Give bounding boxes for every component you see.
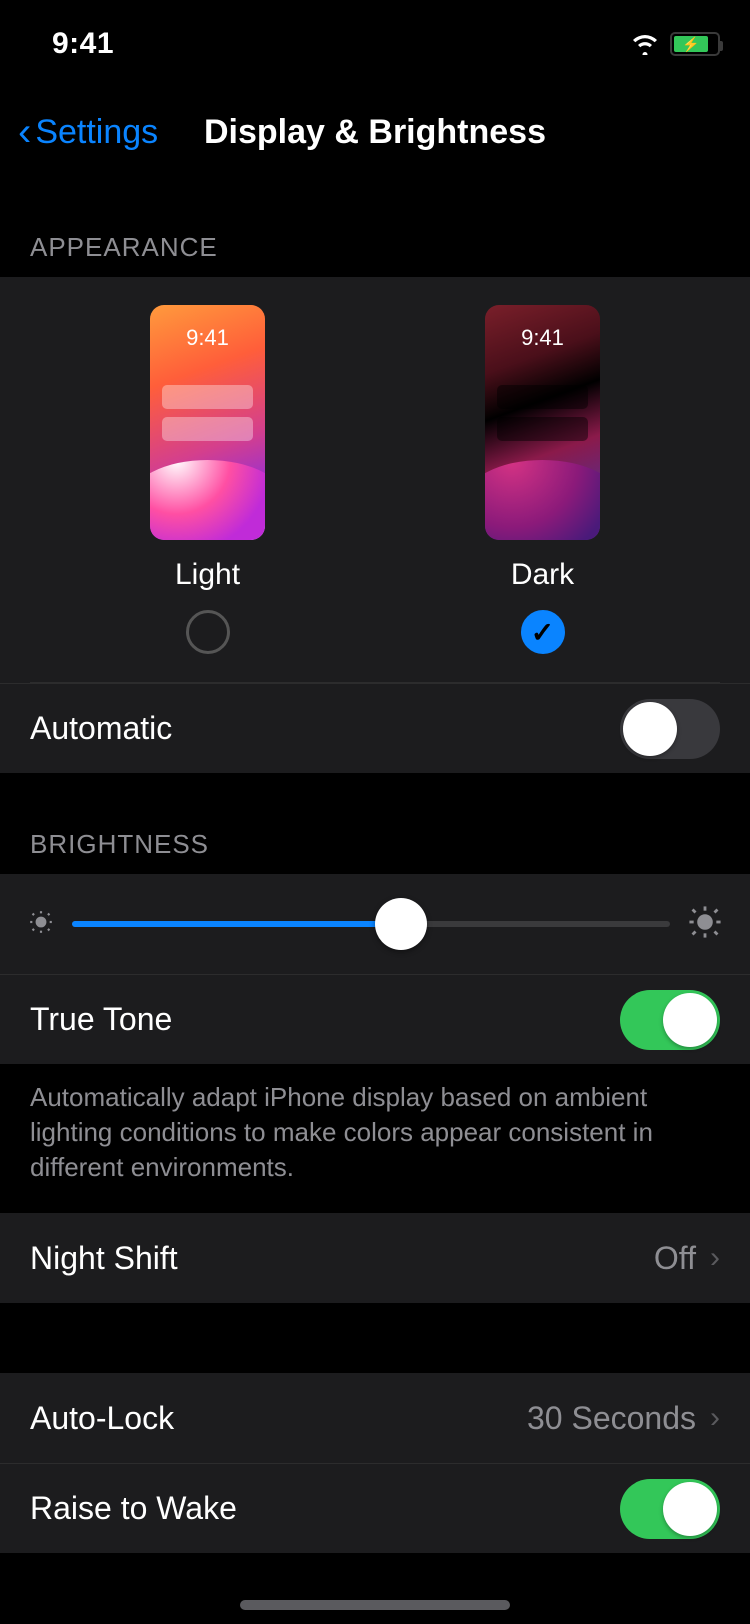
widget-placeholder bbox=[497, 385, 588, 409]
raise-to-wake-switch[interactable] bbox=[620, 1479, 720, 1539]
light-mode-preview: 9:41 bbox=[150, 305, 265, 540]
raise-to-wake-label: Raise to Wake bbox=[30, 1490, 237, 1527]
brightness-header: BRIGHTNESS bbox=[0, 773, 750, 874]
light-mode-option[interactable]: 9:41 Light bbox=[150, 305, 265, 654]
lock-group: Auto-Lock 30 Seconds › Raise to Wake bbox=[0, 1373, 750, 1553]
true-tone-row: True Tone bbox=[0, 974, 750, 1064]
brightness-slider-row bbox=[0, 874, 750, 974]
nav-bar: ‹ Settings Display & Brightness bbox=[0, 88, 750, 176]
home-indicator[interactable] bbox=[240, 1600, 510, 1610]
automatic-label: Automatic bbox=[30, 710, 172, 747]
back-label: Settings bbox=[35, 113, 158, 152]
appearance-group: 9:41 Light 9:41 Dark ✓ bbox=[0, 277, 750, 773]
true-tone-label: True Tone bbox=[30, 1001, 172, 1038]
brightness-slider[interactable] bbox=[72, 921, 670, 927]
widget-placeholder bbox=[162, 417, 253, 441]
switch-knob bbox=[663, 993, 717, 1047]
wifi-icon bbox=[630, 33, 660, 55]
automatic-row: Automatic bbox=[0, 683, 750, 773]
wallpaper-wave bbox=[150, 460, 265, 540]
night-shift-value: Off bbox=[654, 1240, 696, 1277]
chevron-right-icon: › bbox=[710, 1241, 720, 1275]
automatic-switch[interactable] bbox=[620, 699, 720, 759]
light-mode-label: Light bbox=[175, 558, 240, 592]
preview-time: 9:41 bbox=[150, 325, 265, 351]
dark-mode-preview: 9:41 bbox=[485, 305, 600, 540]
appearance-header: APPEARANCE bbox=[0, 176, 750, 277]
switch-knob bbox=[623, 702, 677, 756]
slider-thumb[interactable] bbox=[375, 898, 427, 950]
light-mode-radio[interactable] bbox=[186, 610, 230, 654]
group-gap bbox=[0, 1303, 750, 1373]
widget-placeholder bbox=[497, 417, 588, 441]
switch-knob bbox=[663, 1482, 717, 1536]
true-tone-description: Automatically adapt iPhone display based… bbox=[0, 1064, 750, 1213]
true-tone-switch[interactable] bbox=[620, 990, 720, 1050]
night-shift-label: Night Shift bbox=[30, 1240, 178, 1277]
slider-fill bbox=[72, 921, 401, 927]
dark-mode-radio[interactable]: ✓ bbox=[521, 610, 565, 654]
auto-lock-value: 30 Seconds bbox=[527, 1400, 696, 1437]
battery-charging-icon: ⚡ bbox=[670, 32, 720, 56]
back-button[interactable]: ‹ Settings bbox=[0, 112, 158, 152]
auto-lock-label: Auto-Lock bbox=[30, 1400, 174, 1437]
brightness-group: True Tone bbox=[0, 874, 750, 1064]
status-right: ⚡ bbox=[630, 32, 720, 56]
status-time: 9:41 bbox=[52, 27, 114, 61]
preview-time: 9:41 bbox=[485, 325, 600, 351]
dark-mode-label: Dark bbox=[511, 558, 574, 592]
checkmark-icon: ✓ bbox=[531, 616, 554, 649]
chevron-right-icon: › bbox=[710, 1401, 720, 1435]
sun-min-icon bbox=[28, 909, 54, 940]
night-shift-row[interactable]: Night Shift Off › bbox=[0, 1213, 750, 1303]
sun-max-icon bbox=[688, 905, 722, 944]
wallpaper-wave bbox=[485, 460, 600, 540]
night-shift-group: Night Shift Off › bbox=[0, 1213, 750, 1303]
screen: 9:41 ⚡ ‹ Settings Display & Brightness A… bbox=[0, 0, 750, 1624]
appearance-picker: 9:41 Light 9:41 Dark ✓ bbox=[0, 277, 750, 682]
auto-lock-row[interactable]: Auto-Lock 30 Seconds › bbox=[0, 1373, 750, 1463]
dark-mode-option[interactable]: 9:41 Dark ✓ bbox=[485, 305, 600, 654]
chevron-left-icon: ‹ bbox=[18, 112, 31, 152]
raise-to-wake-row: Raise to Wake bbox=[0, 1463, 750, 1553]
widget-placeholder bbox=[162, 385, 253, 409]
status-bar: 9:41 ⚡ bbox=[0, 0, 750, 88]
